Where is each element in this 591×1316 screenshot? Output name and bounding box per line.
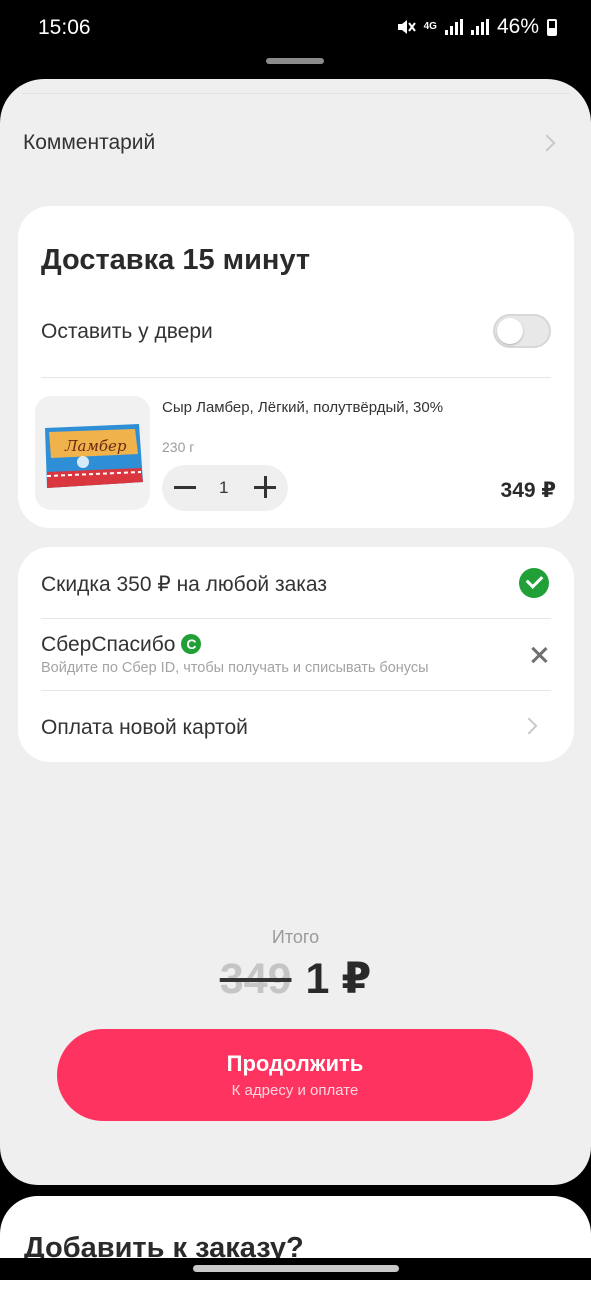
divider bbox=[22, 93, 569, 94]
home-indicator[interactable] bbox=[193, 1265, 399, 1272]
quantity-stepper: 1 bbox=[162, 465, 288, 511]
delivery-card: Доставка 15 минут Оставить у двери Ламбе… bbox=[18, 206, 574, 528]
plus-icon[interactable] bbox=[254, 476, 276, 498]
signal-icon bbox=[444, 19, 463, 35]
new-price: 1 ₽ bbox=[305, 955, 372, 1003]
add-to-order-sheet: Добавить к заказу? bbox=[0, 1196, 591, 1316]
chevron-right-icon bbox=[538, 134, 556, 152]
package-text: Ламбер bbox=[64, 437, 127, 455]
options-card: Скидка 350 ₽ на любой заказ СберСпасибо С… bbox=[18, 547, 574, 762]
leave-at-door-toggle[interactable] bbox=[493, 314, 551, 348]
continue-button-label: Продолжить bbox=[226, 1051, 364, 1076]
discount-label: Скидка 350 ₽ на любой заказ bbox=[41, 573, 327, 596]
toggle-knob bbox=[497, 318, 523, 344]
continue-button-sublabel: К адресу и оплате bbox=[231, 1082, 359, 1099]
sber-spasibo-title: СберСпасибо bbox=[41, 633, 176, 656]
delivery-title: Доставка 15 минут bbox=[41, 244, 311, 276]
minus-icon[interactable] bbox=[174, 486, 196, 489]
system-nav-bar bbox=[0, 1258, 591, 1280]
order-sheet: Комментарий Доставка 15 минут Оставить у… bbox=[0, 79, 591, 1185]
sber-spasibo-subtitle: Войдите по Сбер ID, чтобы получать и спи… bbox=[41, 660, 429, 676]
check-circle-icon bbox=[519, 568, 549, 598]
comment-row[interactable]: Комментарий bbox=[0, 121, 591, 167]
continue-button[interactable]: Продолжить К адресу и оплате bbox=[57, 1029, 533, 1121]
total-amount: 349 1 ₽ bbox=[0, 954, 591, 1004]
product-image[interactable]: Ламбер bbox=[35, 396, 150, 510]
battery-icon bbox=[547, 18, 557, 36]
sber-logo-icon: С bbox=[181, 634, 202, 654]
product-weight: 230 г bbox=[162, 439, 195, 455]
divider bbox=[41, 618, 551, 619]
signal-icon bbox=[470, 19, 489, 35]
divider bbox=[41, 377, 551, 378]
mute-icon bbox=[397, 20, 416, 34]
comment-label: Комментарий bbox=[23, 131, 156, 154]
leave-at-door-label: Оставить у двери bbox=[41, 320, 213, 343]
cheese-package-image: Ламбер bbox=[45, 424, 143, 488]
payment-label[interactable]: Оплата новой картой bbox=[41, 716, 248, 740]
sber-spasibo-row[interactable]: СберСпасибо С bbox=[41, 633, 202, 657]
old-price: 349 bbox=[219, 955, 292, 1003]
battery-percent: 46% bbox=[496, 15, 539, 38]
quantity-value: 1 bbox=[219, 478, 229, 497]
total-label: Итого bbox=[271, 927, 320, 947]
close-icon[interactable] bbox=[529, 645, 549, 665]
product-price: 349 ₽ bbox=[500, 479, 556, 502]
network-label: 4G bbox=[423, 21, 437, 32]
divider bbox=[41, 690, 551, 691]
status-bar: 15:06 4G 46% bbox=[0, 0, 591, 56]
status-time: 15:06 bbox=[38, 16, 91, 39]
status-icons: 4G 46% bbox=[396, 15, 557, 39]
sheet-drag-handle[interactable] bbox=[266, 58, 324, 64]
product-name: Сыр Ламбер, Лёгкий, полутвёрдый, 30% bbox=[162, 399, 444, 416]
chevron-right-icon bbox=[520, 717, 538, 735]
